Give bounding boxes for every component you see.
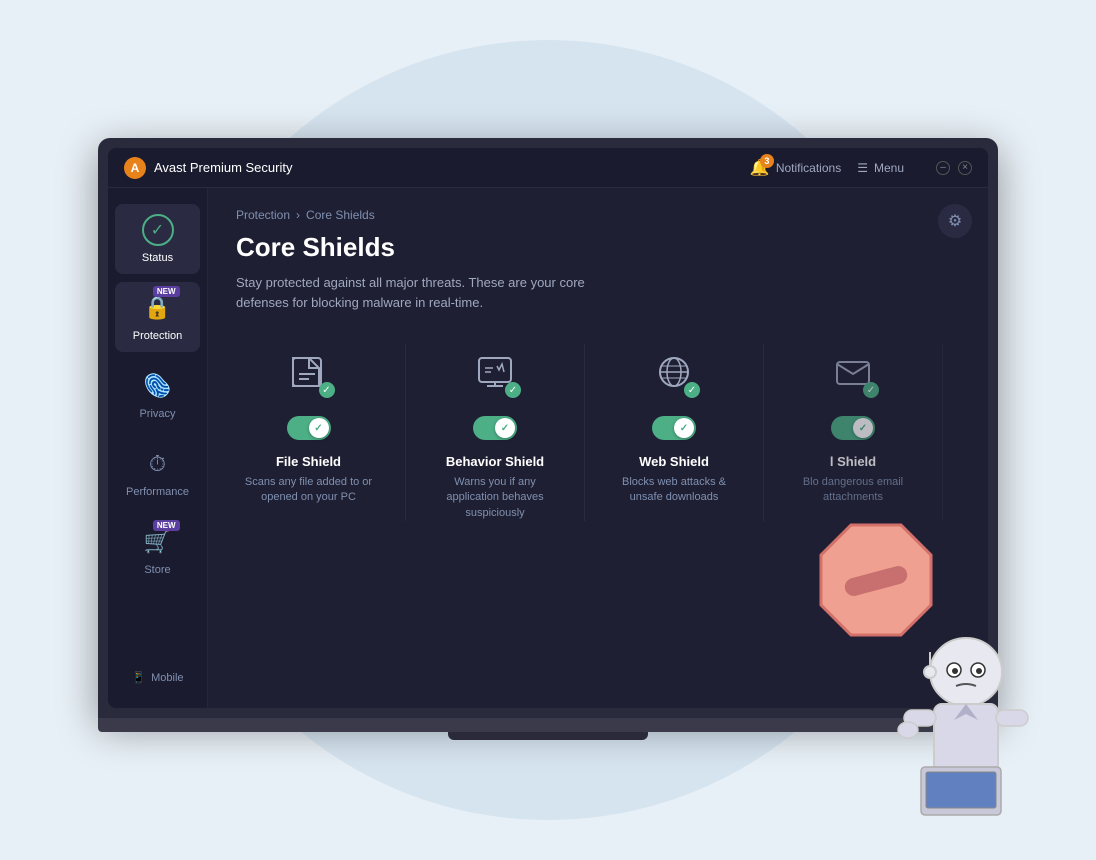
shield-card-file: ✓ ✓ File Shield Scans any file added to … <box>236 344 406 521</box>
mobile-icon: 📱 <box>131 671 145 684</box>
sidebar-item-store[interactable]: NEW 🛒 Store <box>115 516 200 586</box>
breadcrumb-separator: › <box>296 208 300 222</box>
mail-shield-icon: ✓ <box>825 344 881 400</box>
web-shield-name: Web Shield <box>639 454 709 469</box>
settings-button[interactable]: ⚙ <box>938 204 972 238</box>
performance-icon: ⏱ <box>142 448 174 480</box>
file-shield-toggle[interactable]: ✓ <box>287 416 331 440</box>
title-bar: A Avast Premium Security 🔔 3 Notificatio… <box>108 148 988 188</box>
file-shield-name: File Shield <box>276 454 341 469</box>
menu-label: Menu <box>874 161 904 175</box>
sidebar-label-status: Status <box>142 252 173 264</box>
sidebar-item-protection[interactable]: NEW 🔒 Protection <box>115 282 200 352</box>
file-shield-desc: Scans any file added to or opened on you… <box>244 475 374 506</box>
laptop-base <box>98 718 998 732</box>
privacy-icon: 🫆 <box>142 370 174 402</box>
menu-button[interactable]: ☰ Menu <box>857 161 904 175</box>
close-button[interactable]: × <box>958 161 972 175</box>
mail-shield-toggle[interactable]: ✓ <box>831 416 875 440</box>
behavior-shield-icon: ✓ <box>467 344 523 400</box>
sidebar-label-store: Store <box>144 564 170 576</box>
mobile-button[interactable]: 📱 Mobile <box>123 663 191 692</box>
mail-shield-name: l Shield <box>830 454 876 469</box>
sidebar-item-status[interactable]: ✓ Status <box>115 204 200 274</box>
sidebar-label-performance: Performance <box>126 486 189 498</box>
web-shield-toggle-knob: ✓ <box>674 418 694 438</box>
notifications-label: Notifications <box>776 161 841 175</box>
page-title: Core Shields <box>236 232 960 263</box>
breadcrumb-parent: Protection <box>236 208 290 222</box>
shield-card-behavior: ✓ ✓ Behavior Shield Warns you if any app… <box>406 344 585 521</box>
shield-card-mail: ✓ ✓ l Shield Blo dangerous email attachm… <box>764 344 943 521</box>
minimize-button[interactable]: – <box>936 161 950 175</box>
mobile-label: Mobile <box>151 672 183 684</box>
web-shield-toggle[interactable]: ✓ <box>652 416 696 440</box>
sidebar-item-performance[interactable]: ⏱ Performance <box>115 438 200 508</box>
sidebar-item-privacy[interactable]: 🫆 Privacy <box>115 360 200 430</box>
behavior-shield-check: ✓ <box>505 382 521 398</box>
breadcrumb: Protection › Core Shields <box>236 208 960 222</box>
app-title: Avast Premium Security <box>154 160 750 175</box>
title-bar-right: 🔔 3 Notifications ☰ Menu – <box>750 158 972 178</box>
web-shield-icon: ✓ <box>646 344 702 400</box>
check-circle-icon: ✓ <box>142 214 174 246</box>
notifications-button[interactable]: 🔔 3 Notifications <box>750 158 841 178</box>
breadcrumb-current: Core Shields <box>306 208 375 222</box>
file-shield-icon: ✓ <box>281 344 337 400</box>
web-shield-desc: Blocks web attacks & unsafe downloads <box>609 475 739 506</box>
file-shield-toggle-knob: ✓ <box>309 418 329 438</box>
window-controls: – × <box>936 161 972 175</box>
shields-grid: ✓ ✓ File Shield Scans any file added to … <box>236 344 960 521</box>
app-logo: A <box>124 157 146 179</box>
store-icon: NEW 🛒 <box>142 526 174 558</box>
mail-shield-check: ✓ <box>863 382 879 398</box>
new-badge-protection: NEW <box>153 286 180 297</box>
mail-shield-desc: Blo dangerous email attachments <box>788 475 918 506</box>
behavior-shield-toggle[interactable]: ✓ <box>473 416 517 440</box>
web-shield-check: ✓ <box>684 382 700 398</box>
sidebar: ✓ Status NEW 🔒 Protection <box>108 188 208 708</box>
status-icon: ✓ <box>142 214 174 246</box>
sidebar-bottom: 📱 Mobile <box>123 663 191 692</box>
sidebar-label-protection: Protection <box>133 330 183 342</box>
shield-card-web: ✓ ✓ Web Shield Blocks web attacks & unsa… <box>585 344 764 521</box>
behavior-shield-toggle-knob: ✓ <box>495 418 515 438</box>
file-shield-check: ✓ <box>319 382 335 398</box>
mail-shield-toggle-knob: ✓ <box>853 418 873 438</box>
new-badge-store: NEW <box>153 520 180 531</box>
hamburger-icon: ☰ <box>857 161 868 175</box>
sidebar-label-privacy: Privacy <box>139 408 175 420</box>
behavior-shield-desc: Warns you if any application behaves sus… <box>430 475 560 521</box>
behavior-shield-name: Behavior Shield <box>446 454 544 469</box>
page-description: Stay protected against all major threats… <box>236 273 616 312</box>
protection-icon: NEW 🔒 <box>142 292 174 324</box>
bell-icon: 🔔 3 <box>750 158 770 178</box>
laptop-wrapper: A Avast Premium Security 🔔 3 Notificatio… <box>98 138 998 732</box>
notification-badge: 3 <box>760 154 774 168</box>
robot-character <box>866 582 1046 832</box>
